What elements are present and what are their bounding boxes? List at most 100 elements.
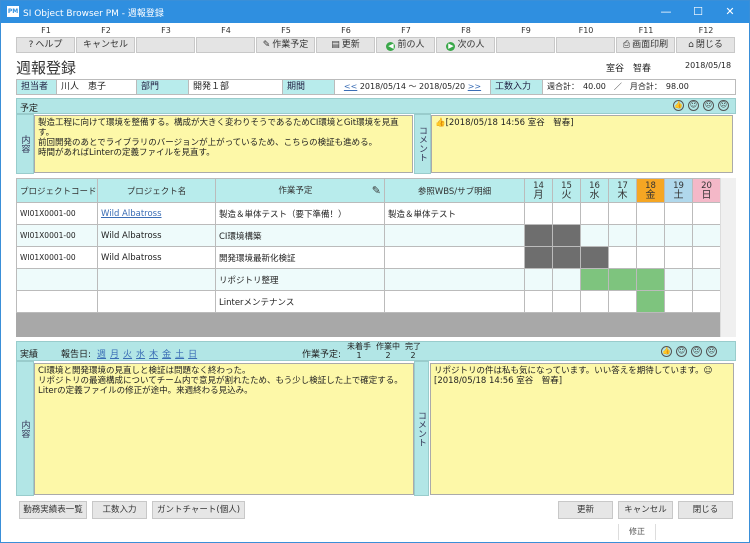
- schedule-cell[interactable]: [524, 224, 553, 247]
- attendance-list-button[interactable]: 勤務実績表一覧: [19, 501, 87, 519]
- schedule-cell[interactable]: [692, 202, 721, 225]
- table-row[interactable]: リポジトリ整理: [16, 268, 721, 291]
- report-day-link[interactable]: 週: [97, 350, 106, 360]
- fkey-button-f5[interactable]: ✎ 作業予定: [256, 37, 315, 53]
- schedule-cell[interactable]: [636, 202, 665, 225]
- fkey-button-f1[interactable]: ? ヘルプ: [16, 37, 75, 53]
- schedule-cell[interactable]: [664, 290, 693, 313]
- plan-content-textarea[interactable]: 製造工程に向けて環境を整備する。構成が大きく変わりそうであるためCI環境とGit…: [34, 115, 413, 173]
- schedule-cell[interactable]: [580, 224, 609, 247]
- day-header: 19 土: [664, 178, 693, 203]
- schedule-cell[interactable]: [552, 268, 581, 291]
- neutral-icon[interactable]: ☹: [691, 346, 702, 357]
- status-value: 2: [385, 351, 391, 360]
- schedule-cell[interactable]: [636, 246, 665, 269]
- cell-task: CI環境構築: [215, 224, 385, 247]
- report-day-link[interactable]: 木: [149, 350, 158, 360]
- schedule-cell[interactable]: [692, 290, 721, 313]
- fkey-button-f3[interactable]: [136, 37, 195, 53]
- fkey-label-f3: F3: [161, 26, 171, 35]
- cell-code: WI01X0001-00: [16, 202, 98, 225]
- fkey-button-f10[interactable]: [556, 37, 615, 53]
- neutral-icon[interactable]: ☹: [703, 100, 714, 111]
- schedule-cell[interactable]: [608, 268, 637, 291]
- fkey-button-f2[interactable]: キャンセル: [76, 37, 135, 53]
- schedule-cell[interactable]: [552, 202, 581, 225]
- gantt-chart-button[interactable]: ガントチャート(個人): [152, 501, 245, 519]
- fkey-button-f12[interactable]: ⌂ 閉じる: [676, 37, 735, 53]
- schedule-cell[interactable]: [664, 224, 693, 247]
- close-button[interactable]: 閉じる: [678, 501, 733, 519]
- schedule-cell[interactable]: [580, 202, 609, 225]
- actual-comment-textarea[interactable]: リポジトリの件は私も気になっています。いい答えを期待しています。☺ [2018/…: [430, 363, 734, 495]
- frown-icon[interactable]: ☹: [706, 346, 717, 357]
- schedule-cell[interactable]: [636, 268, 665, 291]
- schedule-cell[interactable]: [580, 268, 609, 291]
- smile-icon[interactable]: ☺: [676, 346, 687, 357]
- table-row[interactable]: WI01X0001-00 Wild Albatross CI環境構築: [16, 224, 721, 247]
- table-row[interactable]: WI01X0001-00 Wild Albatross 開発環境最新化検証: [16, 246, 721, 269]
- schedule-cell[interactable]: [664, 246, 693, 269]
- report-day-link[interactable]: 金: [162, 350, 171, 360]
- schedule-cell[interactable]: [692, 246, 721, 269]
- report-day-link[interactable]: 火: [123, 350, 132, 360]
- maximize-button[interactable]: ☐: [683, 4, 713, 20]
- schedule-cell[interactable]: [552, 246, 581, 269]
- day-weekday: 水: [589, 189, 600, 201]
- schedule-cell[interactable]: [608, 290, 637, 313]
- schedule-cell[interactable]: [636, 290, 665, 313]
- cancel-button[interactable]: キャンセル: [618, 501, 673, 519]
- frown-icon[interactable]: ☹: [718, 100, 729, 111]
- schedule-cell[interactable]: [692, 224, 721, 247]
- schedule-cell[interactable]: [636, 224, 665, 247]
- schedule-cell[interactable]: [608, 224, 637, 247]
- report-day-link[interactable]: 水: [136, 350, 145, 360]
- schedule-cell[interactable]: [608, 202, 637, 225]
- hours-input-button[interactable]: 工数入力: [491, 80, 543, 94]
- fkey-button-f8[interactable]: ▶ 次の人: [436, 37, 495, 53]
- schedule-cell[interactable]: [664, 202, 693, 225]
- pencil-icon[interactable]: ✎: [372, 184, 381, 197]
- update-button[interactable]: 更新: [558, 501, 613, 519]
- schedule-cell[interactable]: [580, 246, 609, 269]
- actual-section-label: 実績: [20, 350, 39, 360]
- close-window-button[interactable]: ✕: [715, 4, 745, 20]
- actual-comment-label: コメント: [414, 361, 429, 496]
- schedule-cell[interactable]: [524, 246, 553, 269]
- minimize-button[interactable]: —: [651, 4, 681, 20]
- cell-name: [97, 290, 216, 313]
- table-scrollbar[interactable]: [720, 178, 736, 337]
- schedule-cell[interactable]: [552, 290, 581, 313]
- thumbs-up-icon[interactable]: 👍: [661, 346, 672, 357]
- schedule-cell[interactable]: [608, 246, 637, 269]
- next-week-link[interactable]: >>: [468, 82, 481, 91]
- schedule-cell[interactable]: [524, 290, 553, 313]
- fkey-button-label: 次の人: [457, 40, 485, 50]
- fkey-button-f6[interactable]: ▤ 更新: [316, 37, 375, 53]
- schedule-cell[interactable]: [692, 268, 721, 291]
- fkey-button-f11[interactable]: ⎙ 画面印刷: [616, 37, 675, 53]
- table-row[interactable]: WI01X0001-00 Wild Albatross 製造＆単体テスト（要下準備！…: [16, 202, 721, 225]
- report-day-link[interactable]: 日: [188, 350, 197, 360]
- smile-icon[interactable]: ☺: [688, 100, 699, 111]
- prev-week-link[interactable]: <<: [344, 82, 357, 91]
- page-title: 週報登録: [16, 59, 77, 77]
- plan-comment-textarea[interactable]: 👍[2018/05/18 14:56 室谷 智春]: [431, 115, 733, 173]
- column-header-label: 作業予定: [278, 186, 313, 196]
- fkey-button-f4[interactable]: [196, 37, 255, 53]
- schedule-cell[interactable]: [664, 268, 693, 291]
- report-day-link[interactable]: 月: [110, 350, 119, 360]
- fkey-button-f7[interactable]: ◀ 前の人: [376, 37, 435, 53]
- schedule-cell[interactable]: [580, 290, 609, 313]
- schedule-cell[interactable]: [552, 224, 581, 247]
- report-day-link[interactable]: 土: [175, 350, 184, 360]
- cell-name[interactable]: Wild Albatross: [97, 202, 216, 225]
- thumbs-up-icon[interactable]: 👍: [673, 100, 684, 111]
- hours-input-footer-button[interactable]: 工数入力: [92, 501, 147, 519]
- table-row[interactable]: Linterメンテナンス: [16, 290, 721, 313]
- fkey-button-f9[interactable]: [496, 37, 555, 53]
- actual-content-textarea[interactable]: CI環境と開発環境の見直しと検証は問題なく終わった。 リポジトリの最適構成につい…: [34, 363, 414, 495]
- schedule-cell[interactable]: [524, 268, 553, 291]
- schedule-cell[interactable]: [524, 202, 553, 225]
- column-header: 参照WBS/サブ明細: [384, 178, 525, 203]
